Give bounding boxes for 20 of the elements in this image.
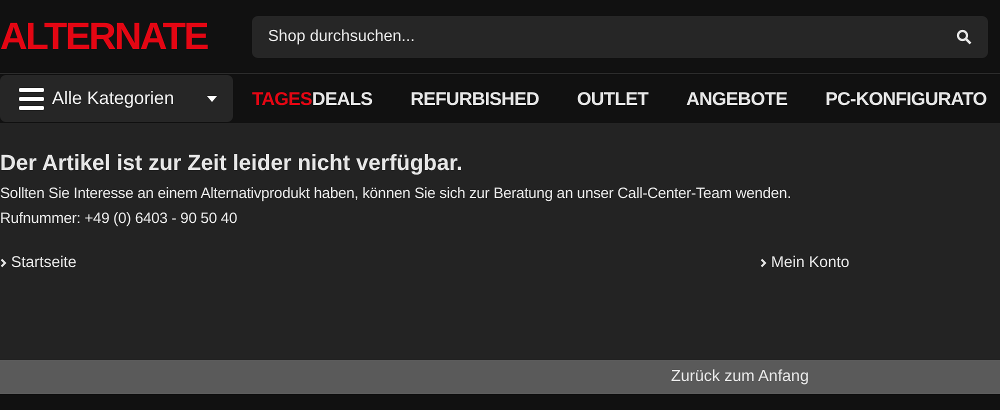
nav-link[interactable]: PC-KONFIGURATO [825,84,987,112]
logo[interactable]: ALTERNATE [0,18,252,56]
search-field[interactable]: Shop durchsuchen... [268,24,956,48]
nav-link[interactable]: ANGEBOTE [686,84,788,112]
info-text: Sollten Sie Interesse an einem Alternativprodukt haben, können Sie sich zur Beratung an unser Call-Center-Team wenden. [0,184,792,204]
nav-link[interactable]: TAGESDEALS [252,84,372,112]
back-to-top-link[interactable]: Zurück zum Anfang [671,365,809,389]
footer-link[interactable]: Startseite [0,251,760,274]
nav-link[interactable]: REFURBISHED [410,84,539,112]
footer-link[interactable]: Mein Konto [760,251,850,274]
nav-link[interactable]: OUTLET [576,84,648,112]
caret-icon [207,96,217,102]
chevron-right-icon [0,258,7,268]
chevron-right-icon [760,258,767,268]
unavailable-heading: Der Artikel ist zur Zeit leider nicht verfügbar. [0,149,464,177]
info-text: Rufnummer: +49 (0) 6403 - 90 50 40 [0,209,238,229]
category-button[interactable]: Alle Kategorien [0,75,233,122]
menu-icon [19,86,44,110]
search-bar[interactable]: Shop durchsuchen... [252,16,988,58]
search-icon[interactable] [956,28,972,44]
